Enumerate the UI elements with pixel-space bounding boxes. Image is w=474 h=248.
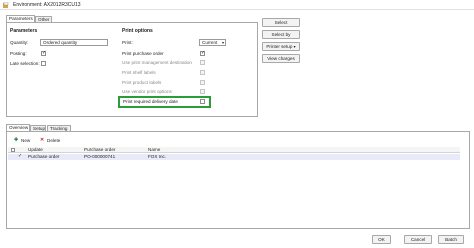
quantity-field[interactable]: Ordered quantity	[40, 39, 108, 46]
column-header-purchase-order[interactable]: Purchase order	[84, 147, 115, 153]
tab-parameters[interactable]: Parameters	[6, 15, 35, 22]
check-icon: ✓	[42, 50, 47, 56]
posting-label: Posting:	[10, 51, 27, 56]
print-option-label-use-vendor-print-options: Use vendor print options	[122, 89, 172, 94]
print-label: Print:	[122, 40, 133, 45]
row-purchase-order-cell[interactable]: PO-000000741	[84, 154, 115, 160]
window-title: Environment: AX2012R3CU13	[13, 2, 81, 8]
grid-header	[8, 147, 460, 153]
print-select[interactable]: Current ▾	[199, 39, 226, 46]
print-option-label-print-shelf-labels: Print shelf labels	[122, 70, 156, 75]
row-name-cell[interactable]: FOX Inc.	[148, 154, 166, 160]
select-button[interactable]: Select	[262, 18, 300, 27]
cancel-button[interactable]: Cancel	[404, 235, 432, 244]
row-update-cell[interactable]: Purchase order	[28, 154, 59, 160]
new-icon: ✚	[14, 137, 19, 143]
printer-setup-button[interactable]: Printer setup ▾	[262, 42, 300, 51]
late-selection-checkbox[interactable]	[41, 61, 46, 66]
print-option-label-print-purchase-order: Print purchase order	[122, 51, 164, 56]
print-option-label-print-required-delivery-date: Print required delivery date	[123, 99, 178, 104]
delete-button[interactable]: Delete	[47, 138, 60, 143]
view-charges-button[interactable]: View charges	[262, 54, 300, 63]
print-purchase-order-checkbox[interactable]: ✓	[200, 50, 206, 56]
batch-button[interactable]: Batch	[438, 235, 464, 244]
print-option-label-use-print-management-destination: Use print management destination	[122, 60, 192, 65]
column-header-name[interactable]: Name	[148, 147, 160, 153]
tab-overview[interactable]: Overview	[6, 124, 30, 131]
parameters-heading: Parameters	[10, 28, 38, 34]
check-icon: ✓	[201, 50, 206, 56]
print-options-heading: Print options	[122, 28, 153, 34]
overview-panel	[6, 131, 470, 229]
app-icon	[3, 2, 9, 8]
chevron-down-icon: ▾	[221, 40, 224, 45]
select-by-button[interactable]: Select by	[262, 30, 300, 39]
use-vendor-print-options-checkbox[interactable]	[200, 89, 205, 94]
select-all-checkbox[interactable]	[11, 148, 15, 152]
print-option-label-print-product-labels: Print product labels	[122, 80, 162, 85]
print-product-labels-checkbox[interactable]	[200, 80, 205, 85]
column-header-update[interactable]: Update	[28, 147, 43, 153]
print-required-delivery-date-checkbox[interactable]	[200, 99, 205, 104]
ok-button[interactable]: OK	[372, 235, 391, 244]
check-icon: ✓	[18, 153, 23, 159]
chevron-down-icon: ▾	[293, 44, 296, 49]
table-row[interactable]	[8, 154, 460, 160]
delete-icon: ✕	[40, 137, 45, 143]
posting-checkbox[interactable]: ✓	[41, 50, 47, 56]
new-button[interactable]: New	[21, 138, 30, 143]
printer-setup-label: Printer setup	[266, 44, 293, 49]
use-print-management-destination-checkbox[interactable]	[200, 60, 205, 65]
quantity-label: Quantity:	[10, 40, 29, 45]
late-selection-label: Late selection:	[10, 61, 40, 66]
print-select-value: Current	[202, 40, 218, 45]
print-shelf-labels-checkbox[interactable]	[200, 70, 205, 75]
